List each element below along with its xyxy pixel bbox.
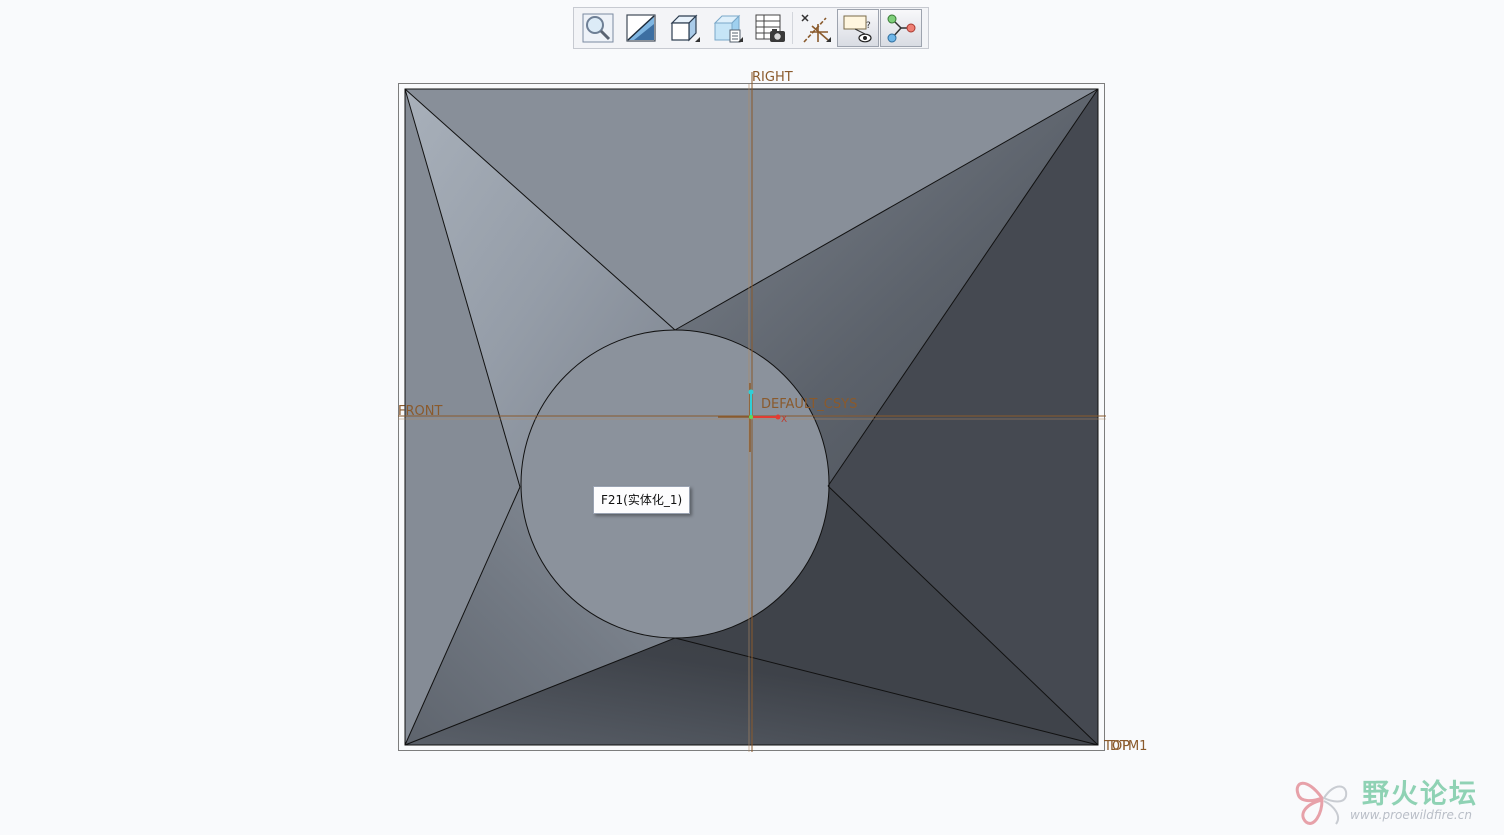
forum-watermark: 野火论坛 www.proewildfire.cn	[1292, 770, 1497, 830]
watermark-title: 野火论坛	[1362, 779, 1478, 810]
datum-label-dtm1[interactable]: DTM1	[1110, 740, 1147, 754]
datum-label-csys[interactable]: DEFAULT_CSYS	[761, 398, 857, 412]
watermark-url: www.proewildfire.cn	[1350, 808, 1472, 822]
axis-x-label: X	[781, 415, 788, 425]
feature-tooltip: F21(实体化_1)	[593, 486, 691, 514]
datum-label-right[interactable]: RIGHT	[752, 71, 793, 85]
graphics-viewport[interactable]	[0, 0, 1504, 835]
butterfly-logo-icon	[1295, 781, 1348, 825]
datum-label-front[interactable]: FRONT	[398, 405, 442, 419]
circular-face[interactable]	[520, 329, 830, 639]
app-window: ? RIGHT FRONT DEFAULT_CSYS X TOP DTM1 F2…	[0, 0, 1504, 835]
